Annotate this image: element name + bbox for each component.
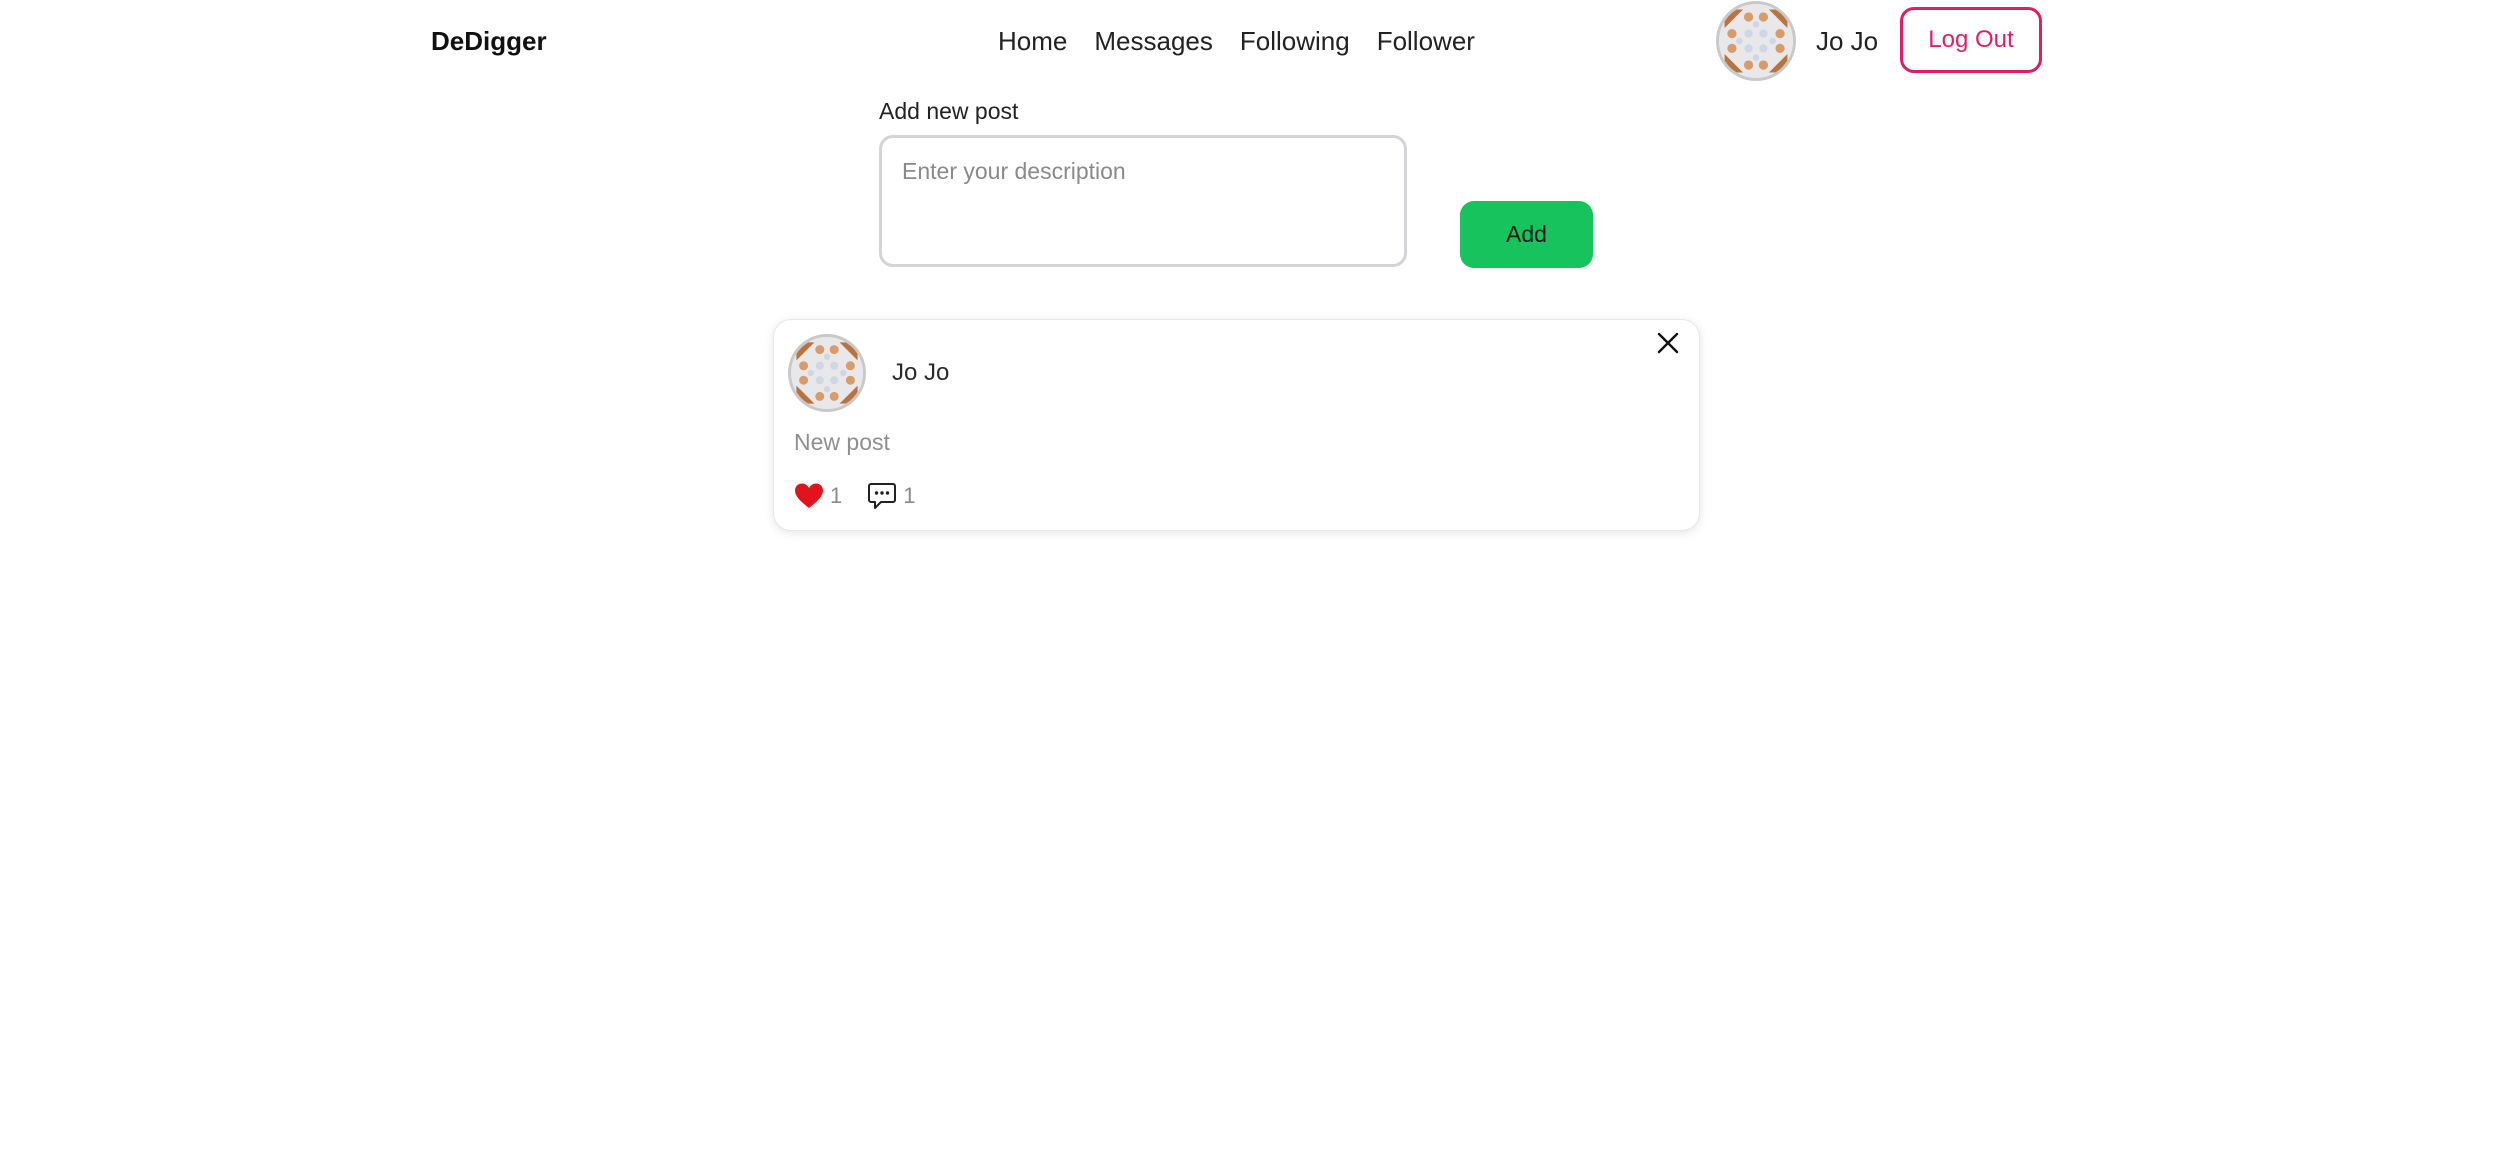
close-icon bbox=[1657, 332, 1679, 354]
identicon-avatar-image bbox=[1719, 4, 1793, 78]
logout-button[interactable]: Log Out bbox=[1900, 7, 2042, 73]
brand-logo[interactable]: DeDigger bbox=[431, 22, 547, 60]
description-input[interactable] bbox=[879, 135, 1407, 267]
header-user-name[interactable]: Jo Jo bbox=[1816, 22, 1878, 60]
close-post-button[interactable] bbox=[1651, 326, 1685, 360]
comment-button[interactable]: 1 bbox=[867, 481, 916, 511]
main-nav: Home Messages Following Follower bbox=[998, 22, 1475, 60]
add-post-button[interactable]: Add bbox=[1460, 201, 1593, 268]
nav-following[interactable]: Following bbox=[1240, 22, 1350, 60]
post-author-avatar[interactable] bbox=[788, 334, 866, 412]
add-post-label: Add new post bbox=[879, 98, 1019, 124]
like-button[interactable]: 1 bbox=[794, 481, 842, 511]
nav-follower[interactable]: Follower bbox=[1377, 22, 1475, 60]
nav-home[interactable]: Home bbox=[998, 22, 1067, 60]
post-card: Jo Jo New post 1 1 bbox=[773, 319, 1700, 531]
post-author-name[interactable]: Jo Jo bbox=[892, 357, 949, 389]
user-avatar[interactable] bbox=[1716, 1, 1796, 81]
like-count: 1 bbox=[830, 483, 843, 508]
identicon-avatar-image bbox=[791, 337, 863, 409]
heart-icon bbox=[795, 483, 823, 508]
comment-icon bbox=[868, 483, 897, 509]
nav-messages[interactable]: Messages bbox=[1094, 22, 1213, 60]
comment-count: 1 bbox=[903, 483, 916, 508]
top-navbar: DeDigger Home Messages Following Followe… bbox=[0, 0, 2506, 82]
post-actions: 1 1 bbox=[794, 481, 916, 511]
post-text: New post bbox=[794, 429, 890, 455]
